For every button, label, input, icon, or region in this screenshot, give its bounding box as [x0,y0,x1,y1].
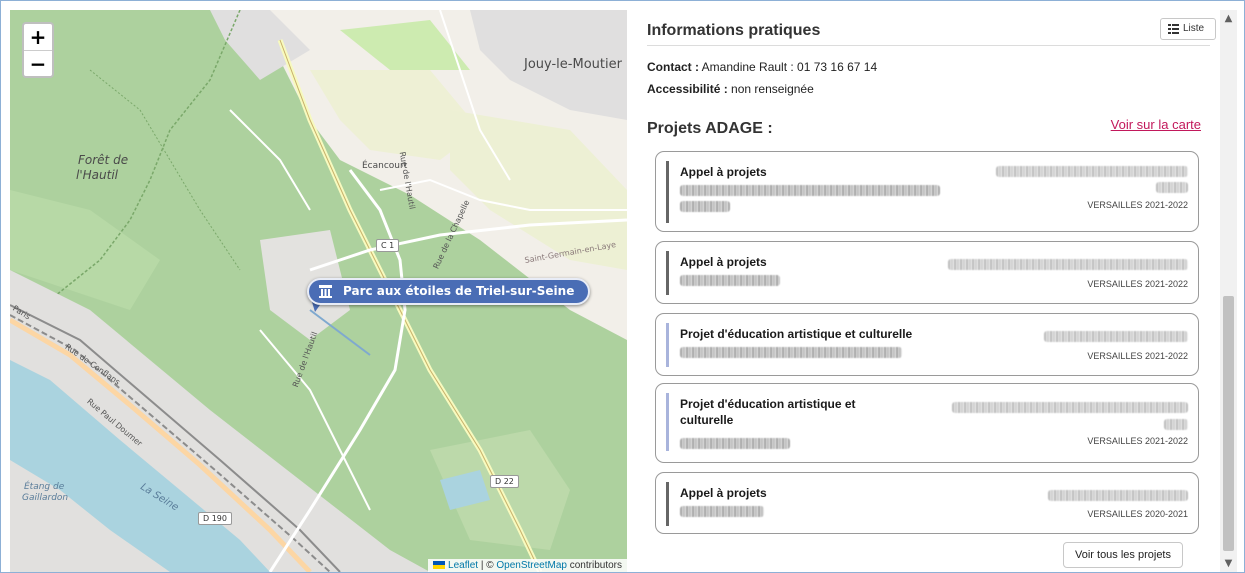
redacted-text [1164,419,1188,430]
project-card[interactable]: Projet d'éducation artistique et culture… [655,313,1199,376]
accessibility-label: Accessibilité : [647,82,728,96]
monument-icon [319,285,332,298]
accessibility-line: Accessibilité : non renseignée [647,82,814,96]
road-shield-d22: D 22 [490,475,519,488]
page-frame: + − Jouy-le-Moutier Forêt de l'Hautil Éc… [0,0,1245,573]
info-panel[interactable]: Informations pratiques Liste Contact : A… [627,10,1220,572]
project-title: Projet d'éducation artistique et culture… [680,327,913,341]
scroll-down-arrow-icon[interactable]: ▼ [1220,555,1237,572]
project-type-bar [666,393,669,451]
contact-value: Amandine Rault : 01 73 16 67 14 [699,60,878,74]
contact-line: Contact : Amandine Rault : 01 73 16 67 1… [647,60,877,74]
project-type-bar [666,161,669,223]
view-on-map-link[interactable]: Voir sur la carte [1111,117,1201,132]
project-title: Appel à projets [680,165,767,179]
project-academy: VERSAILLES 2021-2022 [1087,436,1188,446]
project-type-bar [666,251,669,295]
map-attribution: Leaflet | © OpenStreetMap contributors [428,559,627,572]
redacted-text [680,347,902,358]
project-title: Appel à projets [680,486,767,500]
project-title: Appel à projets [680,255,767,269]
map-marker[interactable]: Parc aux étoiles de Triel-sur-Seine [307,278,591,305]
map[interactable]: + − Jouy-le-Moutier Forêt de l'Hautil Éc… [10,10,627,572]
osm-link[interactable]: OpenStreetMap [496,560,567,571]
road-shield-d190: D 190 [198,512,232,525]
project-type-bar [666,323,669,367]
redacted-text [996,166,1188,177]
project-card[interactable]: Projet d'éducation artistique et culture… [655,383,1199,463]
road-shield-c1: C 1 [376,239,400,252]
redacted-text [1048,490,1188,501]
projects-heading: Projets ADAGE : [647,120,773,137]
project-academy: VERSAILLES 2021-2022 [1087,200,1188,210]
redacted-text [680,438,790,449]
project-card[interactable]: Appel à projets VERSAILLES 2021-2022 [655,241,1199,304]
redacted-text [680,506,764,517]
project-academy: VERSAILLES 2021-2022 [1087,279,1188,289]
project-academy: VERSAILLES 2021-2022 [1087,351,1188,361]
redacted-text [680,275,780,286]
project-card[interactable]: Appel à projets VERSAILLES 2021-2022 [655,151,1199,232]
redacted-text [680,201,730,212]
attribution-contributors: contributors [566,560,622,571]
scroll-up-arrow-icon[interactable]: ▲ [1220,10,1237,27]
project-card[interactable]: Appel à projets VERSAILLES 2020-2021 [655,472,1199,534]
project-academy: VERSAILLES 2020-2021 [1087,509,1188,519]
redacted-text [680,185,940,196]
redacted-text [952,402,1188,413]
zoom-control: + − [22,22,54,78]
redacted-text [1044,331,1188,342]
redacted-text [948,259,1188,270]
project-title: Projet d'éducation artistique et culture… [680,397,856,427]
ukraine-flag-icon [433,561,446,569]
marker-label: Parc aux étoiles de Triel-sur-Seine [343,284,575,298]
project-type-bar [666,482,669,526]
view-all-projects-button[interactable]: Voir tous les projets [1063,542,1183,568]
liste-button-label: Liste [1183,23,1205,34]
info-heading: Informations pratiques [647,22,821,39]
panel-scrollbar[interactable]: ▲ ▼ [1220,10,1237,572]
contact-label: Contact : [647,60,699,74]
zoom-in-button[interactable]: + [24,24,52,50]
heading-divider [647,45,1210,46]
liste-button[interactable]: Liste [1160,18,1216,40]
accessibility-value: non renseignée [727,82,814,96]
leaflet-link[interactable]: Leaflet [448,560,478,571]
list-icon [1168,24,1179,34]
zoom-out-button[interactable]: − [24,50,52,76]
redacted-text [1156,182,1188,193]
scrollbar-thumb[interactable] [1223,296,1234,551]
attribution-separator: | © [478,560,497,571]
